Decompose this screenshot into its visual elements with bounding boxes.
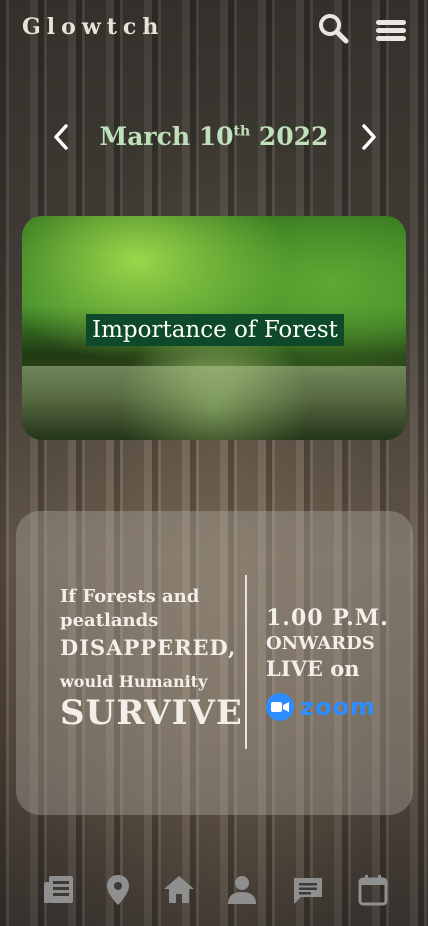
banner-water-reflection [22, 366, 406, 440]
card-divider [245, 575, 247, 749]
event-question: If Forests and peatlands DISAPPERED, wou… [60, 586, 243, 733]
location-icon[interactable] [100, 872, 136, 908]
profile-icon[interactable] [224, 872, 260, 908]
news-icon[interactable] [41, 872, 77, 908]
zoom-camera-icon [266, 693, 294, 721]
event-card[interactable]: If Forests and peatlands DISAPPERED, wou… [16, 511, 413, 815]
chat-icon[interactable] [290, 872, 326, 908]
event-time-info: 1.00 P.M. ONWARDS LIVE on zoom [266, 605, 389, 721]
calendar-icon[interactable] [355, 872, 391, 908]
forest-banner-image[interactable]: Importance of Forest [22, 216, 406, 440]
brand-logo: Glowtch [22, 14, 165, 40]
zoom-logo[interactable]: zoom [266, 693, 389, 721]
hamburger-menu-icon[interactable] [374, 12, 408, 46]
bottom-navigation [0, 868, 428, 912]
date-navigator: March 10th 2022 [0, 118, 428, 158]
search-icon[interactable] [316, 12, 350, 46]
next-date-icon[interactable] [356, 122, 380, 152]
home-icon[interactable] [161, 872, 197, 908]
banner-title: Importance of Forest [86, 314, 344, 346]
